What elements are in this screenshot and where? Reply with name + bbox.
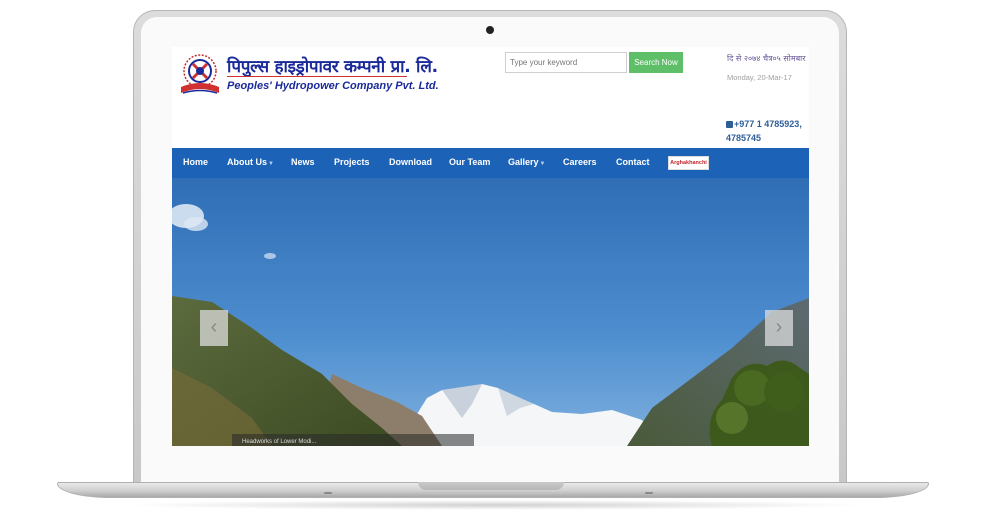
nav-item-careers[interactable]: Careers bbox=[563, 157, 597, 167]
nav-item-about-us[interactable]: About Us▼ bbox=[227, 157, 274, 167]
company-name-nepali: पिपुल्स हाइड्रोपावर कम्पनी प्रा. लि. bbox=[227, 57, 438, 77]
laptop-foot-left bbox=[324, 492, 332, 494]
phone-number: +977 1 4785923, 4785745 bbox=[726, 119, 802, 143]
main-navbar: Home About Us▼ News Projects Download Ou… bbox=[172, 148, 809, 178]
company-logo-icon[interactable] bbox=[179, 53, 221, 97]
caret-down-icon: ▼ bbox=[268, 161, 274, 167]
nav-badge-logo[interactable]: Arghakhanchi bbox=[668, 156, 709, 170]
webcam-icon bbox=[486, 26, 494, 34]
nav-item-projects[interactable]: Projects bbox=[334, 157, 370, 167]
laptop-notch bbox=[418, 482, 564, 490]
laptop-shadow bbox=[120, 500, 870, 510]
nav-item-gallery[interactable]: Gallery▼ bbox=[508, 157, 545, 167]
phone-contact: +977 1 4785923, 4785745 bbox=[726, 117, 806, 145]
nav-item-download[interactable]: Download bbox=[389, 157, 432, 167]
carousel-prev-button[interactable]: ‹ bbox=[200, 310, 228, 346]
nav-item-our-team[interactable]: Our Team bbox=[449, 157, 490, 167]
date-english: Monday, 20-Mar-17 bbox=[727, 73, 792, 82]
company-name-english: Peoples' Hydropower Company Pvt. Ltd. bbox=[227, 80, 439, 92]
nav-item-news[interactable]: News bbox=[291, 157, 315, 167]
browser-screen: पिपुल्स हाइड्रोपावर कम्पनी प्रा. लि. Peo… bbox=[172, 47, 809, 446]
chevron-right-icon: › bbox=[775, 316, 783, 338]
nav-item-contact[interactable]: Contact bbox=[616, 157, 650, 167]
carousel-next-button[interactable]: › bbox=[765, 310, 793, 346]
caret-down-icon: ▼ bbox=[539, 161, 546, 167]
chevron-left-icon: ‹ bbox=[210, 316, 218, 338]
site-header: पिपुल्स हाइड्रोपावर कम्पनी प्रा. लि. Peo… bbox=[172, 47, 809, 148]
company-name-rule bbox=[227, 76, 407, 77]
nav-item-home[interactable]: Home bbox=[183, 157, 208, 167]
search-button[interactable]: Search Now bbox=[629, 52, 683, 73]
carousel-caption: Headworks of Lower Modi... bbox=[232, 434, 474, 446]
hero-carousel: ‹ › Headworks of Lower Modi... bbox=[172, 178, 809, 446]
search-input[interactable] bbox=[505, 52, 627, 73]
date-nepali: दि से २०७४ चैत्र०५ सोमबार bbox=[727, 54, 806, 63]
hero-landscape-image bbox=[172, 178, 809, 446]
laptop-foot-right bbox=[645, 492, 653, 494]
phone-icon bbox=[726, 121, 733, 128]
